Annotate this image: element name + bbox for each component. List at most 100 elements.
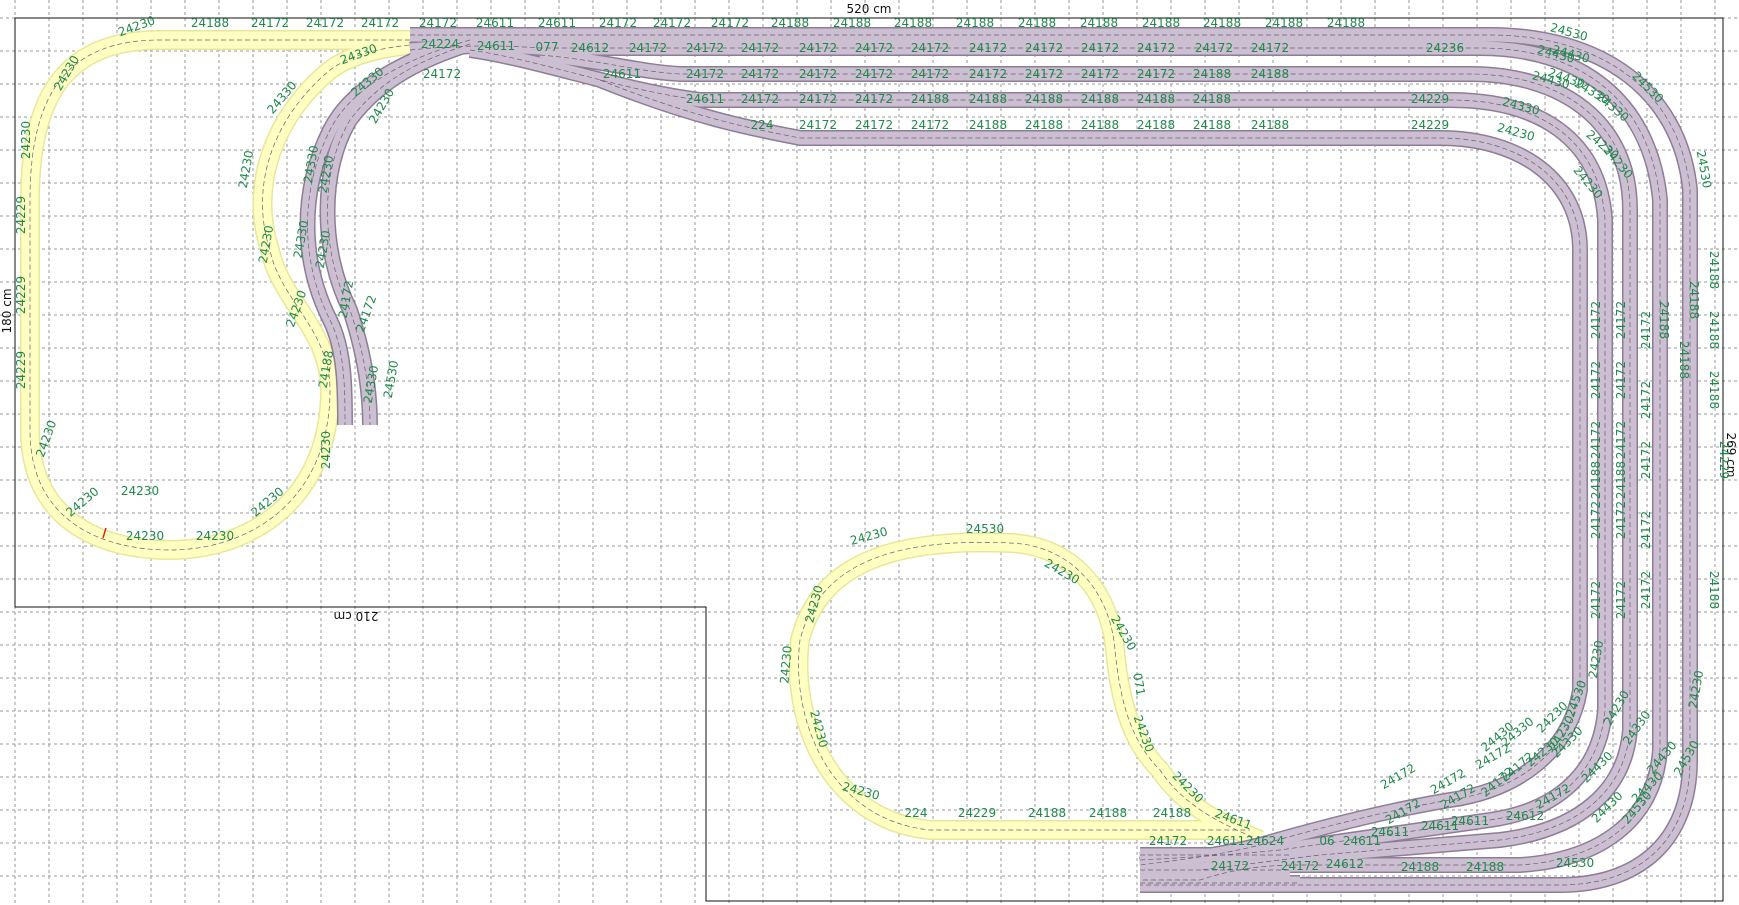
part-label: 24188 — [1080, 16, 1118, 30]
part-label: 24612 — [1326, 857, 1364, 871]
part-label: 24172 — [1639, 511, 1653, 549]
part-label: 24172 — [629, 41, 667, 55]
part-label: 24188 — [1028, 806, 1066, 820]
part-label: 24188 — [1614, 461, 1628, 499]
track-plan-canvas[interactable]: 520 cm 180 cm 269 cm 210 cm 24230 24188 24… — [0, 0, 1739, 905]
part-label: 24188 — [1203, 16, 1241, 30]
part-label: 24611 — [603, 67, 641, 81]
part-label: 24188 — [956, 16, 994, 30]
part-label: 24188 — [1265, 16, 1303, 30]
track-segment[interactable] — [539, 48, 1637, 877]
part-label: 24229 — [1717, 441, 1731, 479]
part-label: 24172 — [855, 92, 893, 106]
part-label: 24188 — [1081, 92, 1119, 106]
part-label: 24530 — [1556, 856, 1594, 870]
track-segment-edge — [468, 42, 1613, 868]
part-label: 24172 — [855, 118, 893, 132]
part-label: 24229 — [1411, 92, 1449, 106]
part-label: 24188 — [1025, 92, 1063, 106]
part-label: 24229 — [14, 351, 28, 389]
part-label: 24229 — [958, 806, 996, 820]
part-label: 24188 — [1327, 16, 1365, 30]
part-label: 24624 — [1246, 834, 1284, 848]
dimension-top: 520 cm — [846, 2, 891, 16]
part-label: 24230 — [849, 524, 890, 547]
part-label: 24172 — [1251, 41, 1289, 55]
part-label: 24188 — [1193, 118, 1231, 132]
part-label: 24172 — [855, 41, 893, 55]
part-label: 24172 — [1614, 361, 1628, 399]
track-rail — [539, 54, 1631, 871]
part-label: 24188 — [1137, 118, 1175, 132]
part-label: 24172 — [1137, 41, 1175, 55]
part-label: 24188 — [1677, 341, 1691, 379]
part-label: 24188 — [1707, 251, 1721, 289]
part-label: 24188 — [1137, 92, 1175, 106]
part-label: 24611 — [686, 92, 724, 106]
part-label: 24172 — [911, 67, 949, 81]
part-label: 24229 — [14, 276, 28, 314]
part-label: 24172 — [361, 16, 399, 30]
part-label: 24188 — [1707, 371, 1721, 409]
part-label: 24188 — [1193, 67, 1231, 81]
part-label: 24188 — [1142, 16, 1180, 30]
track-segment-edge — [597, 72, 1588, 873]
part-label: 24230 — [121, 484, 159, 498]
part-label: 24230 — [63, 484, 101, 519]
part-label: 24188 — [1401, 860, 1439, 874]
part-label: 24530 — [381, 359, 401, 399]
part-label: 24530 — [966, 522, 1004, 536]
part-label: 24172 — [911, 41, 949, 55]
part-label: 24172 — [251, 16, 289, 30]
part-label: 24172 — [1589, 361, 1603, 399]
dimension-middle: 210 cm — [333, 609, 378, 623]
part-label: 24188 — [1707, 571, 1721, 609]
part-label: 24172 — [1614, 421, 1628, 459]
part-label: 24172 — [1614, 301, 1628, 339]
part-label: 24188 — [911, 92, 949, 106]
part-label: 24188 — [771, 16, 809, 30]
part-label: 24172 — [1589, 581, 1603, 619]
part-label: 24172 — [423, 67, 461, 81]
part-label: 24188 — [1466, 860, 1504, 874]
part-label: 24172 — [1025, 67, 1063, 81]
part-label: 24172 — [1025, 41, 1063, 55]
part-label: 24224 — [421, 37, 459, 51]
part-label: 24172 — [1639, 311, 1653, 349]
part-label: 24172 — [741, 67, 779, 81]
part-label: 24188 — [833, 16, 871, 30]
part-label: 24188 — [1193, 92, 1231, 106]
part-label: 24172 — [686, 41, 724, 55]
part-label: 24188 — [1025, 118, 1063, 132]
part-label: 24229 — [1411, 118, 1449, 132]
part-label: 06 — [1319, 834, 1334, 848]
part-label: 24172 — [799, 118, 837, 132]
part-label: 24611 — [1207, 834, 1245, 848]
part-label: 24172 — [1639, 571, 1653, 609]
part-label: 24172 — [911, 118, 949, 132]
part-label: 24611 — [538, 16, 576, 30]
part-label: 224 — [905, 806, 928, 820]
track-segment[interactable] — [469, 43, 1612, 867]
track-segment[interactable] — [597, 73, 1587, 872]
part-label: 24612 — [571, 41, 609, 55]
part-label: 24188 — [1081, 118, 1119, 132]
part-label: 24172 — [653, 16, 691, 30]
part-label: 24172 — [1281, 859, 1319, 873]
part-label: 24236 — [1426, 41, 1464, 55]
part-label: 24188 — [191, 16, 229, 30]
part-label: 24172 — [306, 16, 344, 30]
part-label: 24188 — [969, 92, 1007, 106]
part-label: 24172 — [1614, 501, 1628, 539]
part-label: 224 — [751, 118, 774, 132]
part-label: 24230 — [319, 431, 333, 469]
part-label: 24172 — [1589, 501, 1603, 539]
part-label: 24188 — [1707, 311, 1721, 349]
part-label: 24611 — [476, 16, 514, 30]
part-label: 24188 — [969, 118, 1007, 132]
part-label: 24172 — [969, 67, 1007, 81]
part-label: 24172 — [711, 16, 749, 30]
part-label: 24230 — [196, 529, 234, 543]
part-label: 24172 — [1639, 381, 1653, 419]
part-label: 24611 — [477, 39, 515, 53]
